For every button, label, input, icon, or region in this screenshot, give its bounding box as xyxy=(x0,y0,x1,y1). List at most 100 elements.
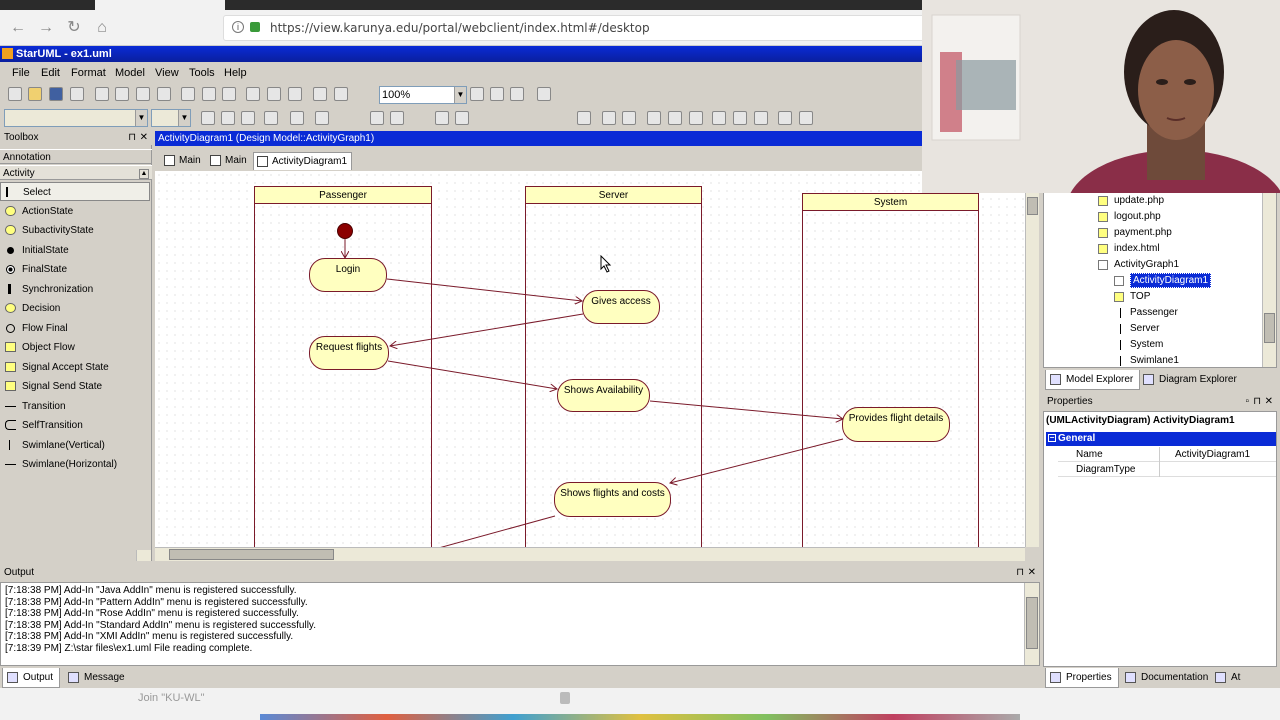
dock-strip[interactable] xyxy=(260,714,1020,720)
properties-group-general[interactable]: − General xyxy=(1046,432,1276,446)
tab-attachments[interactable]: At xyxy=(1211,668,1246,688)
reload-icon[interactable]: ↻ xyxy=(64,18,84,38)
tree-item-activitydiagram1[interactable]: ActivityDiagram1 xyxy=(1114,273,1212,289)
line-style-icon[interactable] xyxy=(264,111,278,125)
property-diagramtype-value[interactable] xyxy=(1159,462,1175,477)
print-icon[interactable] xyxy=(70,87,84,101)
pin-icon[interactable]: ⊓ xyxy=(128,131,136,145)
tree-item-passenger[interactable]: Passenger xyxy=(1120,305,1178,321)
action-shows-flights-and-costs[interactable]: Shows flights and costs xyxy=(554,482,671,517)
action-login[interactable]: Login xyxy=(309,258,387,292)
font-select[interactable]: ▼ xyxy=(4,109,148,127)
explorer-scroll-thumb[interactable] xyxy=(1264,313,1275,343)
tool-finalstate[interactable]: FinalState xyxy=(0,260,150,279)
zoom-out-icon[interactable] xyxy=(490,87,504,101)
tool-synchronization[interactable]: Synchronization xyxy=(0,280,150,299)
layout-icon[interactable] xyxy=(313,87,327,101)
copy-icon[interactable] xyxy=(115,87,129,101)
tool-signalacceptstate[interactable]: Signal Accept State xyxy=(0,358,150,377)
menu-file[interactable]: File xyxy=(12,67,30,79)
align-left-icon[interactable] xyxy=(647,111,661,125)
action-shows-availability[interactable]: Shows Availability xyxy=(557,379,650,412)
menu-help[interactable]: Help xyxy=(224,67,247,79)
output-scroll-thumb[interactable] xyxy=(1026,597,1038,649)
menu-format[interactable]: Format xyxy=(71,67,106,79)
tree-item-update-php[interactable]: update.php xyxy=(1098,193,1164,209)
tool-subactivitystate[interactable]: SubactivityState xyxy=(0,221,150,240)
tree-item-swimlane1[interactable]: Swimlane1 xyxy=(1120,353,1179,367)
delete-icon[interactable] xyxy=(157,87,171,101)
paste-icon[interactable] xyxy=(136,87,150,101)
arrange-icon-2[interactable] xyxy=(315,111,329,125)
add-diagram-icon[interactable] xyxy=(246,87,260,101)
property-name-value[interactable]: ActivityDiagram1 xyxy=(1159,447,1250,462)
tree-item-index-html[interactable]: index.html xyxy=(1098,241,1160,257)
info-icon[interactable]: i xyxy=(232,21,244,33)
tab-main-1[interactable]: Main xyxy=(161,152,201,170)
zoom-fit-icon[interactable] xyxy=(510,87,524,101)
tool-selftransition[interactable]: SelfTransition xyxy=(0,416,150,435)
find-icon[interactable] xyxy=(222,87,236,101)
tool-transition[interactable]: Transition xyxy=(0,397,150,416)
action-gives-access[interactable]: Gives access xyxy=(582,290,660,324)
action-request-flights[interactable]: Request flights xyxy=(309,336,389,370)
menu-model[interactable]: Model xyxy=(115,67,145,79)
property-row-name[interactable]: Name ActivityDiagram1 xyxy=(1058,447,1276,462)
tree-item-server[interactable]: Server xyxy=(1120,321,1159,337)
align-bottom-icon[interactable] xyxy=(754,111,768,125)
refresh-icon[interactable] xyxy=(537,87,551,101)
zoom-in-icon[interactable] xyxy=(470,87,484,101)
menu-tools[interactable]: Tools xyxy=(189,67,215,79)
add-diagram-icon-2[interactable] xyxy=(267,87,281,101)
tree-item-system[interactable]: System xyxy=(1120,337,1163,353)
tool-select[interactable]: Select xyxy=(0,182,150,201)
align-right-icon[interactable] xyxy=(689,111,703,125)
property-row-diagramtype[interactable]: DiagramType xyxy=(1058,462,1276,477)
line-color-icon[interactable] xyxy=(221,111,235,125)
pin-icon[interactable]: ⊓ xyxy=(1253,395,1261,409)
collapse-icon[interactable]: ▲ xyxy=(139,169,149,179)
diagram-vertical-scrollbar[interactable] xyxy=(1025,171,1039,547)
tree-item-payment-php[interactable]: payment.php xyxy=(1098,225,1172,241)
align-center-icon[interactable] xyxy=(668,111,682,125)
tree-item-top[interactable]: TOP xyxy=(1114,289,1150,305)
tab-diagram-explorer[interactable]: Diagram Explorer xyxy=(1139,370,1243,390)
tool-initialstate[interactable]: InitialState xyxy=(0,241,150,260)
add-diagram-icon-3[interactable] xyxy=(288,87,302,101)
tab-main-2[interactable]: Main xyxy=(207,152,247,170)
close-icon[interactable]: ✕ xyxy=(1265,395,1273,409)
space-icon-2[interactable] xyxy=(799,111,813,125)
send-back-icon[interactable] xyxy=(622,111,636,125)
explorer-scrollbar[interactable] xyxy=(1262,193,1276,367)
forward-icon[interactable]: → xyxy=(36,18,56,38)
tool-objectflow[interactable]: Object Flow xyxy=(0,338,150,357)
diagram-canvas[interactable]: Passenger Server System Login Gives acce… xyxy=(155,171,1025,547)
tab-documentation[interactable]: Documentation xyxy=(1121,668,1214,688)
tree-item-logout-php[interactable]: logout.php xyxy=(1098,209,1161,225)
arrange-icon[interactable] xyxy=(290,111,304,125)
zoom-select[interactable]: 100% ▼ xyxy=(379,86,467,104)
tool-flowfinal[interactable]: Flow Final xyxy=(0,319,150,338)
bring-front-icon[interactable] xyxy=(602,111,616,125)
tab-activitydiagram1[interactable]: ActivityDiagram1 xyxy=(253,152,353,170)
open-folder-icon[interactable] xyxy=(28,87,42,101)
stereotype-icon-2[interactable] xyxy=(390,111,404,125)
address-bar[interactable]: i https://view.karunya.edu/portal/webcli… xyxy=(223,15,943,41)
new-file-icon[interactable] xyxy=(8,87,22,101)
toolbox-section-activity[interactable]: Activity ▲ xyxy=(0,165,152,180)
action-provides-flight-details[interactable]: Provides flight details xyxy=(842,407,950,442)
back-icon[interactable]: ← xyxy=(8,18,28,38)
menu-edit[interactable]: Edit xyxy=(41,67,60,79)
tool-swimlane-vertical[interactable]: Swimlane(Vertical) xyxy=(0,436,150,455)
tab-message[interactable]: Message xyxy=(64,668,131,688)
close-icon[interactable]: ✕ xyxy=(140,131,148,145)
tool-actionstate[interactable]: ActionState xyxy=(0,202,150,221)
collapse-icon[interactable]: − xyxy=(1048,434,1056,442)
suppress-icon[interactable] xyxy=(435,111,449,125)
save-icon[interactable] xyxy=(49,87,63,101)
font-color-icon[interactable] xyxy=(201,111,215,125)
tool-decision[interactable]: Decision xyxy=(0,299,150,318)
browser-active-tab[interactable] xyxy=(95,0,225,10)
restore-icon[interactable]: ▫ xyxy=(1245,395,1249,409)
tool-signalsendstate[interactable]: Signal Send State xyxy=(0,377,150,396)
